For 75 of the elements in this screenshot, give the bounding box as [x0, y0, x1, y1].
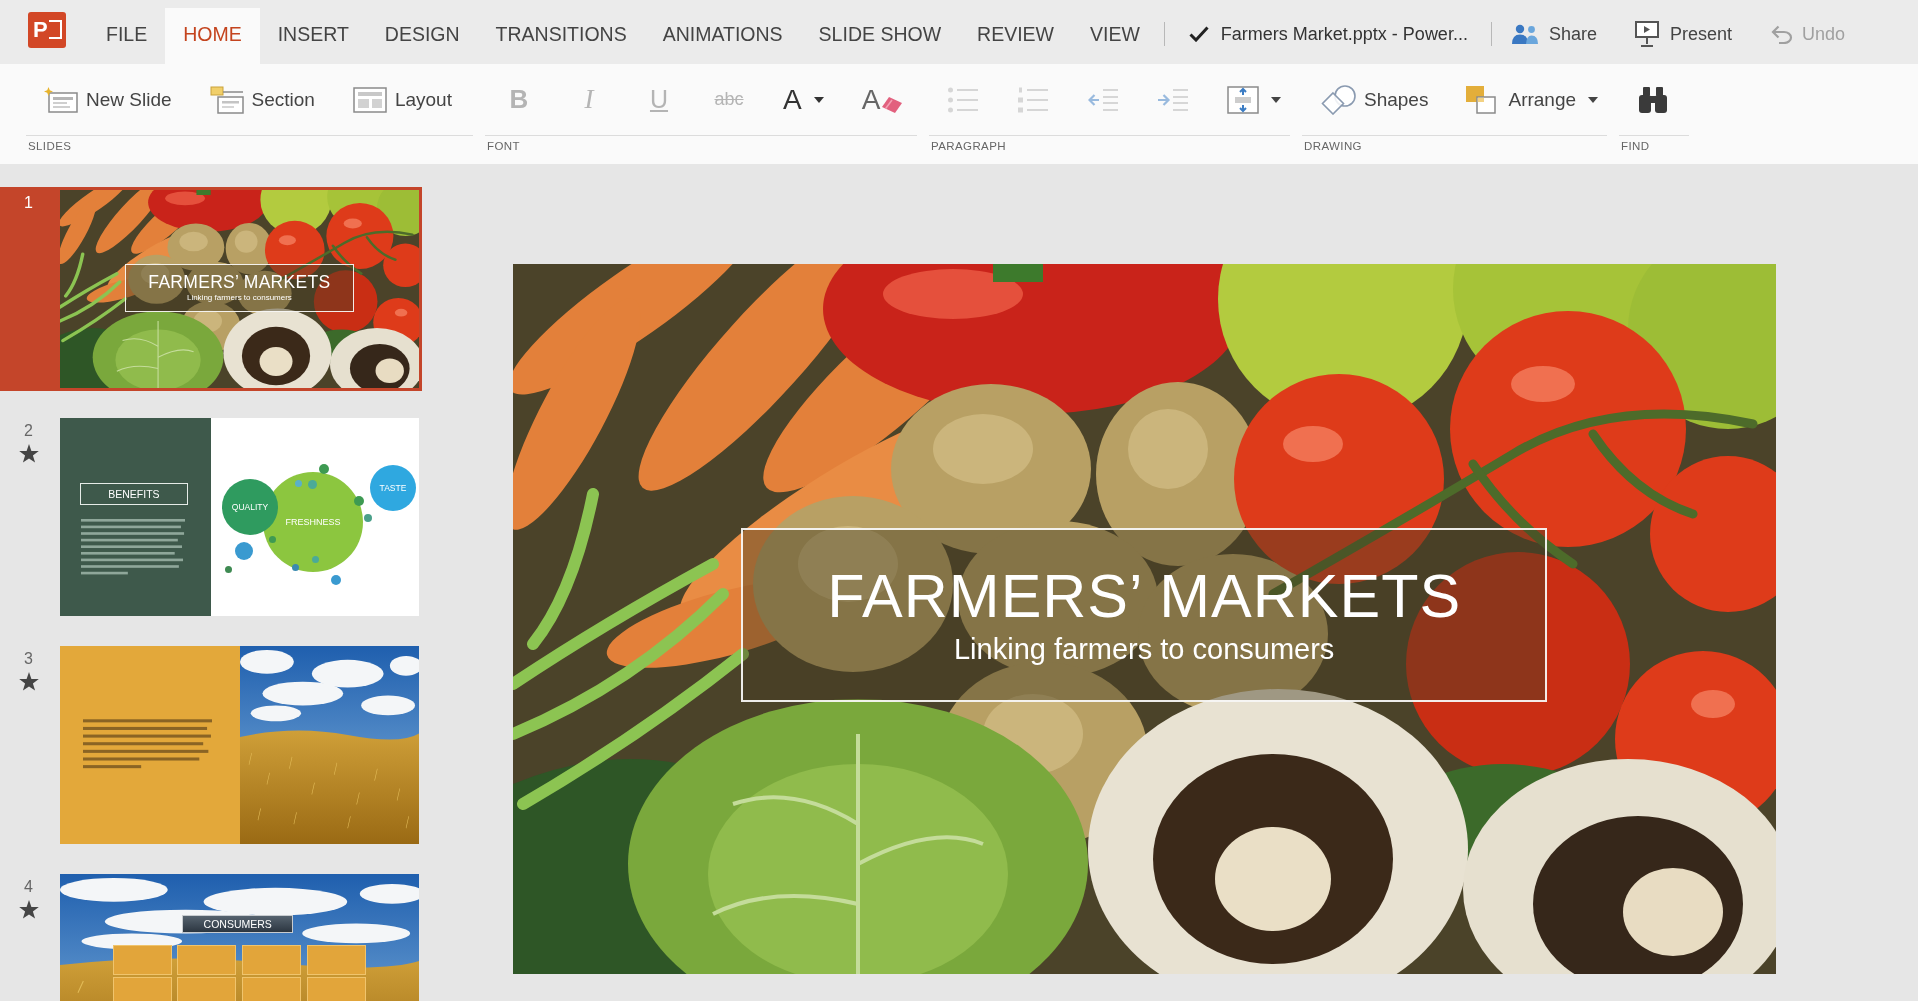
diagram-tile — [242, 945, 301, 975]
diagram-tile — [177, 945, 236, 975]
ribbon-group-label: SLIDES — [26, 135, 473, 152]
slide-title: FARMERS’ MARKETS — [148, 272, 331, 293]
ribbon-tab[interactable]: HOME — [165, 8, 260, 64]
font-color-button[interactable]: A — [777, 79, 830, 120]
app-logo: P — [28, 12, 66, 48]
share-button[interactable]: Share — [1511, 23, 1597, 45]
diagram-tile — [307, 977, 366, 1001]
diagram-tile — [307, 945, 366, 975]
shapes-button[interactable]: Shapes — [1314, 79, 1435, 120]
panes-icon — [352, 86, 387, 113]
slide-thumbnail-item[interactable]: 1 FARMERS’ MARKETS Linking farmers to consumers — [0, 187, 422, 391]
slide-icon — [44, 86, 78, 113]
ribbon-tab[interactable]: ANIMATIONS — [644, 8, 801, 64]
layout-button[interactable]: Layout — [346, 79, 458, 120]
right-arrow-lines-icon — [1158, 87, 1188, 112]
dot-icon — [319, 464, 329, 474]
diagram-tile — [177, 977, 236, 1001]
binoculars-icon — [1638, 86, 1668, 113]
dot-icon — [354, 496, 364, 506]
dot-icon — [364, 514, 372, 522]
diagram-bubble: TASTE — [370, 465, 416, 511]
slide-number: 3 — [24, 650, 33, 668]
stacked-pages-icon — [209, 85, 244, 114]
ribbon-group-label: FIND — [1619, 135, 1689, 152]
slide-thumbnail-item[interactable]: 3 — [0, 643, 422, 847]
slide-number: 4 — [24, 878, 33, 896]
ribbon-tab[interactable]: FILE — [88, 8, 166, 64]
arrange-button[interactable]: Arrange — [1460, 79, 1605, 120]
undo-icon — [1770, 24, 1794, 44]
diagram-tile — [113, 945, 172, 975]
dot-icon — [292, 564, 299, 571]
dot-icon — [225, 566, 232, 573]
dot-icon — [331, 575, 341, 585]
eraser-icon — [880, 96, 903, 113]
people-icon — [1511, 24, 1538, 44]
slide-number: 1 — [24, 194, 33, 212]
numbered-list-icon — [1018, 86, 1048, 113]
slide-number: 2 — [24, 422, 33, 440]
ribbon-tab[interactable]: INSERT — [259, 8, 367, 64]
slide-thumbnail-item[interactable]: 4 CONSUMERS — [0, 871, 422, 1001]
section-button[interactable]: Section — [203, 79, 321, 120]
slide-heading: BENEFITS — [80, 483, 188, 506]
screen-icon — [1634, 21, 1659, 47]
ribbon-group-label: PARAGRAPH — [929, 135, 1290, 152]
left-arrow-lines-icon — [1088, 87, 1118, 112]
shapes-icon — [1320, 84, 1356, 115]
ribbon-tab[interactable]: SLIDE SHOW — [800, 8, 960, 64]
diagram-tile — [242, 977, 301, 1001]
document-title: Farmers Market.pptx - Power... — [1220, 23, 1468, 45]
clear-formatting-button[interactable]: A — [855, 79, 909, 120]
new-slide-button[interactable]: New Slide — [38, 79, 178, 120]
ribbon-tab[interactable]: VIEW — [1072, 8, 1158, 64]
dot-icon — [235, 542, 253, 560]
slide-subtitle: Linking farmers to consumers — [954, 632, 1335, 667]
bullet-list-icon — [948, 86, 978, 113]
vertical-arrows-box-icon — [1227, 85, 1259, 114]
slide-subtitle: Linking farmers to consumers — [186, 293, 292, 303]
overlapping-squares-icon — [1466, 85, 1497, 114]
ribbon-group-label: FONT — [485, 135, 917, 152]
present-button[interactable]: Present — [1634, 21, 1732, 47]
diagram-bubble: QUALITY — [222, 479, 278, 535]
ribbon-tab[interactable]: TRANSITIONS — [477, 8, 645, 64]
dot-icon — [295, 480, 302, 487]
slide-thumbnail-item[interactable]: 2 BENEFITS QUALITY FRESHNESS TASTE — [0, 415, 422, 619]
ribbon-group-label: DRAWING — [1302, 135, 1607, 152]
ribbon-tab[interactable]: DESIGN — [366, 8, 478, 64]
dot-icon — [308, 480, 317, 489]
ribbon-tab[interactable]: REVIEW — [959, 8, 1072, 64]
diagram-tile — [113, 977, 172, 1001]
slide-title: FARMERS’ MARKETS — [827, 563, 1462, 631]
dot-icon — [269, 536, 276, 543]
dot-icon — [312, 556, 319, 563]
check-icon — [1188, 26, 1209, 42]
